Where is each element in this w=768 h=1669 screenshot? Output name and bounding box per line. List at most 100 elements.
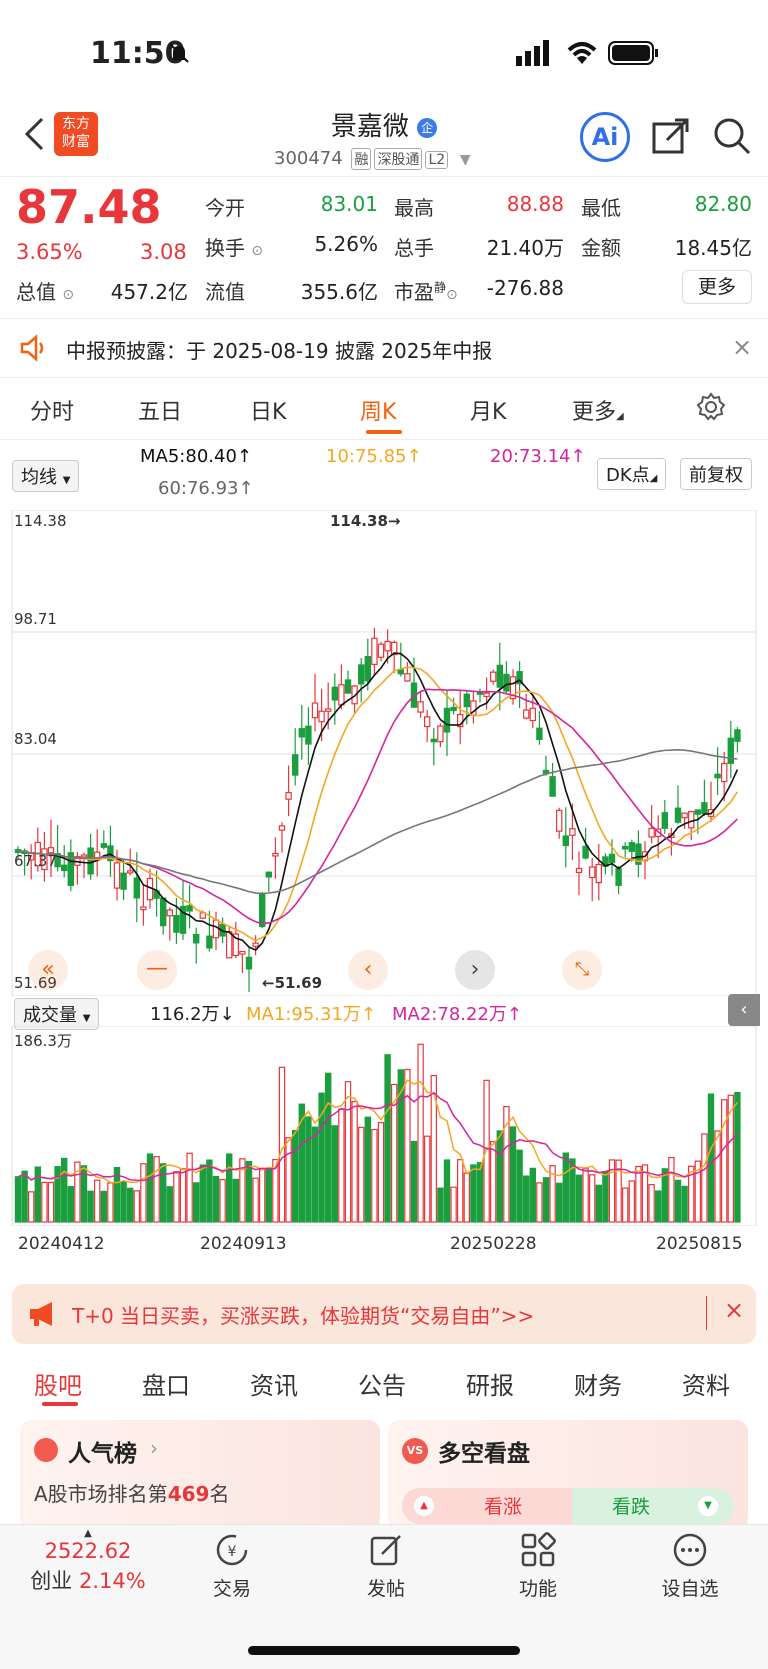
search-icon[interactable] <box>712 116 752 160</box>
tag-margin: 融 <box>351 148 372 170</box>
tag-level2: L2 <box>425 151 449 169</box>
vol-ma2-value: MA2:78.22万↑ <box>392 1004 522 1025</box>
tab-weekly[interactable]: 周K <box>360 394 396 426</box>
tab-monthly[interactable]: 月K <box>470 394 506 426</box>
enterprise-badge: 企 <box>417 117 438 138</box>
megaphone-icon <box>28 1300 58 1332</box>
tab-more[interactable]: 更多◢ <box>572 394 624 426</box>
amount-value: 18.45亿 <box>674 236 752 260</box>
grid-icon <box>520 1532 556 1568</box>
collapse-panel-button[interactable]: ‹ <box>728 994 760 1026</box>
scroll-right-button[interactable]: › <box>455 950 495 990</box>
date-label-4: 20250815 <box>656 1234 743 1254</box>
pe-label: 市盈静⊙ <box>394 280 458 304</box>
high-annotation: 114.38→ <box>330 512 401 530</box>
banner-text: T+0 当日买卖，买涨买跌，体验期货“交易自由”>> <box>72 1304 535 1328</box>
popular-card[interactable]: 人气榜 › A股市场排名第469名 <box>20 1420 380 1530</box>
kline-chart[interactable] <box>0 510 768 996</box>
vs-title: 多空看盘 <box>438 1441 530 1467</box>
float-value: 355.6亿 <box>300 280 378 304</box>
volume-chart[interactable] <box>0 1026 768 1226</box>
axis-label-2: 98.71 <box>14 610 57 628</box>
high-label: 最高 <box>394 196 434 220</box>
gear-icon[interactable] <box>696 392 726 426</box>
expand-button[interactable]: ⤡ <box>562 950 602 990</box>
notice-bar[interactable]: 中报预披露：于 2025-08-19 披露 2025年中报 × <box>0 318 768 378</box>
tab-forum[interactable]: 股吧 <box>34 1366 82 1401</box>
notice-text: 中报预披露：于 2025-08-19 披露 2025年中报 <box>66 339 493 363</box>
share-icon[interactable] <box>651 116 691 160</box>
trade-icon: ¥ <box>214 1532 250 1568</box>
zoom-out-button[interactable]: — <box>137 950 177 990</box>
up-arrow-icon: ▲ <box>414 1496 434 1516</box>
futures-banner[interactable]: T+0 当日买卖，买涨买跌，体验期货“交易自由”>> × <box>12 1284 756 1344</box>
close-icon[interactable]: × <box>732 333 752 361</box>
ma5-value: MA5:80.40↑ <box>140 446 252 467</box>
kline-tabs: 分时 五日 日K 周K 月K 更多◢ <box>0 378 768 440</box>
mktcap-value: 457.2亿 <box>110 280 188 304</box>
open-label: 今开 <box>205 196 245 220</box>
mute-icon <box>168 42 190 64</box>
volume-label: 总手 <box>394 236 434 260</box>
more-button[interactable]: 更多 <box>682 270 752 304</box>
svg-text:¥: ¥ <box>228 1544 237 1560</box>
tab-orderbook[interactable]: 盘口 <box>142 1366 190 1401</box>
change-value: 3.08 <box>140 240 187 264</box>
ma20-value: 20:73.14↑ <box>490 446 586 467</box>
stock-code: 300474 <box>274 148 343 169</box>
tab-5day[interactable]: 五日 <box>138 394 182 426</box>
ai-button[interactable]: Ai <box>580 112 630 162</box>
volume-value: 116.2万↓ <box>150 1004 235 1025</box>
nav-post[interactable]: 发帖 <box>346 1532 426 1601</box>
popular-title: 人气榜 <box>68 1441 137 1467</box>
ma60-value: 60:76.93↑ <box>158 478 254 499</box>
ma-selector[interactable]: 均线 ▼ <box>12 460 80 492</box>
scroll-start-button[interactable]: « <box>28 950 68 990</box>
popular-rank-text: A股市场排名第469名 <box>34 1482 230 1506</box>
high-value: 88.88 <box>506 192 564 216</box>
bull-button[interactable]: ▲ 看涨 <box>402 1488 572 1524</box>
turnover-value: 5.26% <box>314 232 378 256</box>
tab-finance[interactable]: 财务 <box>574 1366 622 1401</box>
speaker-icon <box>18 333 48 367</box>
tag-connect: 深股通 <box>374 148 423 170</box>
tab-research[interactable]: 研报 <box>466 1366 514 1401</box>
bear-button[interactable]: 看跌 ▼ <box>572 1488 734 1524</box>
ma10-value: 10:75.85↑ <box>326 446 422 467</box>
bull-bear-card[interactable]: VS 多空看盘 ▲ 看涨 看跌 ▼ <box>388 1420 748 1530</box>
tab-announcements[interactable]: 公告 <box>358 1366 406 1401</box>
more-dots-icon <box>672 1532 708 1568</box>
tab-profile[interactable]: 资料 <box>682 1366 730 1401</box>
dk-point-button[interactable]: DK点◢ <box>597 458 667 490</box>
wifi-icon <box>565 40 599 70</box>
nav-functions[interactable]: 功能 <box>498 1532 578 1601</box>
nav-trade[interactable]: ¥ 交易 <box>192 1532 272 1601</box>
adjust-button[interactable]: 前复权 <box>680 458 752 490</box>
rank-icon <box>34 1438 58 1462</box>
tab-news[interactable]: 资讯 <box>250 1366 298 1401</box>
pe-value: -276.88 <box>486 276 564 300</box>
active-tab-indicator <box>366 430 402 434</box>
chevron-right-icon: › <box>150 1436 158 1460</box>
low-label: 最低 <box>581 196 621 220</box>
scroll-left-button[interactable]: ‹ <box>348 950 388 990</box>
index-value: 2522.62 <box>44 1539 132 1563</box>
signal-icon <box>516 40 556 70</box>
dropdown-icon: ▼ <box>459 152 471 168</box>
nav-watchlist[interactable]: 设自选 <box>650 1532 730 1601</box>
info-icon[interactable]: ⊙ <box>251 243 263 259</box>
tab-daily[interactable]: 日K <box>250 394 286 426</box>
battery-icon <box>608 40 660 70</box>
index-ticker[interactable]: ▲ 2522.62 创业 2.14% <box>18 1528 158 1595</box>
close-icon[interactable]: × <box>724 1296 744 1324</box>
info-icon[interactable]: ⊙ <box>62 287 74 303</box>
axis-label-3: 83.04 <box>14 730 57 748</box>
home-indicator <box>248 1646 520 1655</box>
tab-intraday[interactable]: 分时 <box>30 394 74 426</box>
info-icon[interactable]: ⊙ <box>446 287 458 303</box>
open-value: 83.01 <box>320 192 378 216</box>
mktcap-label: 总值 ⊙ <box>16 280 75 304</box>
change-pct: 3.65% <box>16 240 83 264</box>
float-label: 流值 <box>205 280 245 304</box>
stock-code-row[interactable]: 300474 融深股通 L2 ▼ <box>274 148 471 170</box>
